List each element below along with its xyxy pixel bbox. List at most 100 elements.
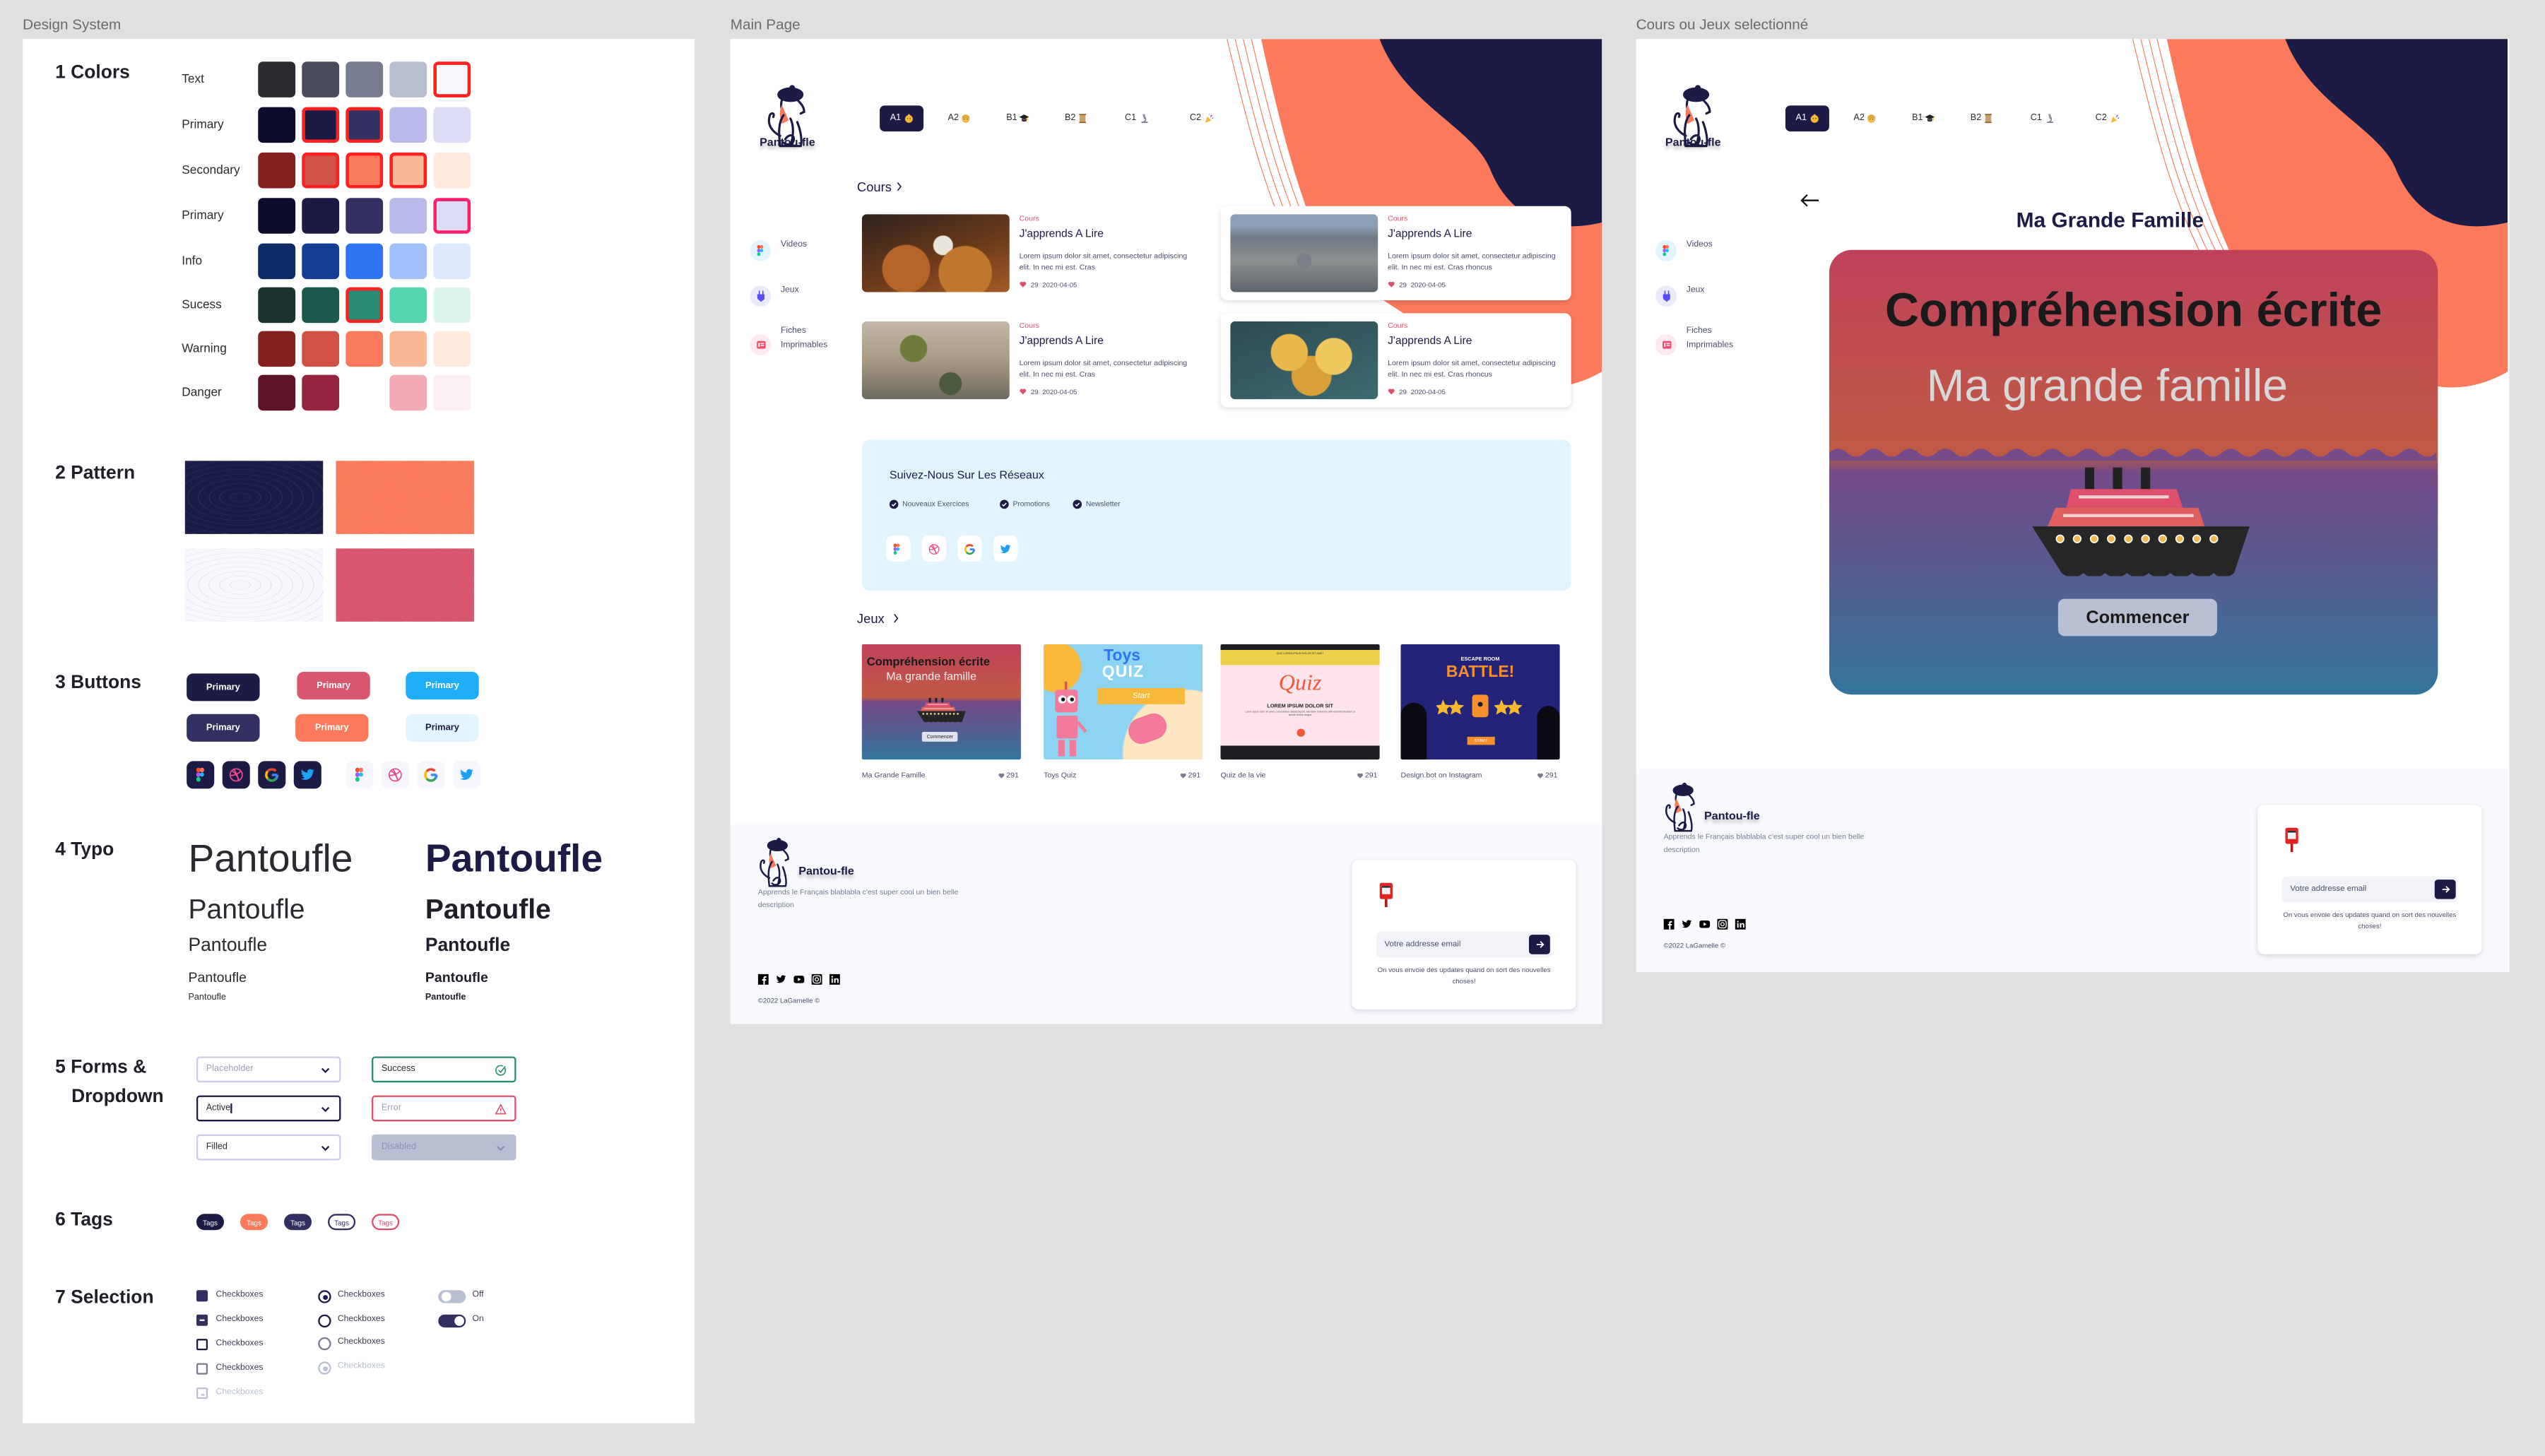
primary-button[interactable]: Primary xyxy=(295,714,369,742)
level-tab-b1[interactable]: B1 xyxy=(1912,105,1956,131)
jeux-section-link[interactable]: Jeux xyxy=(857,612,899,627)
course-card[interactable]: Cours J'apprends A Lire Lorem ipsum dolor … xyxy=(861,321,1195,400)
sidebar-item-jeux[interactable]: Jeux xyxy=(1653,285,1766,308)
dribbble-button[interactable] xyxy=(921,535,947,562)
youtube-icon[interactable] xyxy=(1699,918,1711,930)
frame-label-main-page: Main Page xyxy=(730,16,801,32)
heart-icon xyxy=(1020,389,1027,396)
primary-button[interactable]: Primary xyxy=(187,714,260,742)
section-title-forms-line2: Dropdown xyxy=(71,1087,164,1107)
level-tab-c2[interactable]: C2 xyxy=(1190,105,1234,131)
sidebar-item-videos[interactable]: Videos xyxy=(1653,239,1766,263)
sidebar-item-jeux[interactable]: Jeux xyxy=(747,285,861,308)
active-dropdown[interactable]: Active xyxy=(196,1095,341,1122)
tag[interactable]: Tags xyxy=(240,1214,268,1231)
google-button[interactable] xyxy=(957,535,982,562)
toggle-switch[interactable] xyxy=(438,1314,466,1328)
social-title: Suivez-Nous Sur Les Réseaux xyxy=(889,470,1044,483)
level-tab-a2[interactable]: A2 xyxy=(948,105,992,131)
color-swatch xyxy=(389,198,427,234)
chevron-down-icon xyxy=(320,1142,331,1153)
google-button-light[interactable] xyxy=(417,761,445,789)
game-card[interactable]: Toys QUIZ Start Toys Quiz 291 xyxy=(1044,644,1203,781)
course-card[interactable]: Cours J'apprends A Lire Lorem ipsum dolor … xyxy=(861,214,1195,292)
facebook-icon[interactable] xyxy=(757,973,769,985)
level-tab-a1[interactable]: A1 xyxy=(880,105,924,132)
sidebar-item-videos[interactable]: Videos xyxy=(747,239,861,263)
dribbble-button-light[interactable] xyxy=(381,761,409,789)
color-swatch xyxy=(389,287,427,324)
sidebar-item-fiches[interactable]: Fiches Imprimables xyxy=(747,326,861,357)
success-dropdown[interactable]: Success xyxy=(372,1056,516,1083)
radio-button[interactable] xyxy=(318,1337,331,1351)
filled-dropdown[interactable]: Filled xyxy=(196,1134,341,1161)
toggle-switch[interactable] xyxy=(438,1290,466,1303)
level-tab-a1[interactable]: A1 xyxy=(1785,105,1829,132)
placeholder-dropdown[interactable]: Placeholder xyxy=(196,1056,341,1083)
like-count: 291 xyxy=(1188,771,1201,779)
facebook-icon[interactable] xyxy=(1663,918,1675,930)
primary-button[interactable]: Primary xyxy=(406,672,479,700)
linkedin-icon[interactable] xyxy=(1735,918,1746,930)
checkbox[interactable] xyxy=(196,1387,208,1399)
cours-section-link[interactable]: Cours xyxy=(857,180,903,195)
figma-icon xyxy=(352,767,367,783)
figma-button[interactable] xyxy=(886,535,911,562)
primary-button[interactable]: Primary xyxy=(187,673,260,702)
game-likes: 291 xyxy=(1537,771,1558,779)
level-tab-b2[interactable]: B2 xyxy=(1065,105,1109,131)
dribbble-button-dark[interactable] xyxy=(222,761,250,789)
youtube-icon[interactable] xyxy=(793,973,805,985)
game-card[interactable]: QUIZ LOREM IPSUM DOLOR SIT AMET Quiz LOREM… xyxy=(1220,644,1380,781)
baby-emoji-icon xyxy=(904,114,914,124)
game-card[interactable]: Compréhension écrite Ma grande famille Com… xyxy=(861,644,1021,781)
radio-button[interactable] xyxy=(318,1314,331,1327)
radio-button[interactable] xyxy=(318,1290,331,1303)
checkbox[interactable] xyxy=(196,1290,208,1309)
email-submit-button[interactable] xyxy=(1528,935,1550,954)
level-tab-c1[interactable]: C1 xyxy=(2031,105,2074,131)
email-input[interactable]: Votre addresse email xyxy=(1376,931,1552,958)
game-card[interactable]: ESCAPE ROOM BATTLE! START Design.bot on Ins… xyxy=(1400,644,1560,781)
tag[interactable]: Tags xyxy=(196,1214,225,1231)
figma-button-light[interactable] xyxy=(346,761,374,789)
course-card[interactable]: Cours J'apprends A Lire Lorem ipsum dolor … xyxy=(1230,214,1563,292)
footer: Pantou-fle Apprends le Français blablabla… xyxy=(1636,769,2508,973)
color-swatch xyxy=(389,61,427,97)
email-submit-button[interactable] xyxy=(2434,880,2456,899)
twitter-icon[interactable] xyxy=(776,973,786,985)
level-tab-a2[interactable]: A2 xyxy=(1853,105,1897,131)
checkbox[interactable] xyxy=(196,1314,208,1326)
error-dropdown[interactable]: Error xyxy=(372,1095,516,1122)
sidebar-item-fiches[interactable]: Fiches Imprimables xyxy=(1653,326,1766,357)
course-card[interactable]: Cours J'apprends A Lire Lorem ipsum dolor … xyxy=(1230,321,1563,400)
twitter-button-dark[interactable] xyxy=(293,761,321,789)
back-arrow-icon[interactable] xyxy=(1800,187,1820,207)
google-button-dark[interactable] xyxy=(258,761,286,789)
level-tab-c1[interactable]: C1 xyxy=(1125,105,1169,131)
field-value: Filled xyxy=(206,1142,228,1153)
level-tab-b2[interactable]: B2 xyxy=(1971,105,2014,131)
start-button[interactable]: Commencer xyxy=(2057,598,2217,637)
document-icon xyxy=(755,339,765,350)
twitter-icon[interactable] xyxy=(1682,918,1692,930)
twitter-button[interactable] xyxy=(993,535,1018,562)
color-swatch xyxy=(346,287,384,324)
figma-button-dark[interactable] xyxy=(187,761,215,789)
checkbox[interactable] xyxy=(196,1363,208,1375)
instagram-icon[interactable] xyxy=(811,973,822,985)
primary-button[interactable]: Primary xyxy=(297,672,370,700)
twitter-button-light[interactable] xyxy=(452,761,480,789)
tag[interactable]: Tags xyxy=(372,1214,400,1231)
tag[interactable]: Tags xyxy=(328,1214,356,1231)
level-tab-b1[interactable]: B1 xyxy=(1006,105,1050,131)
radio-button[interactable] xyxy=(318,1361,331,1375)
email-input[interactable]: Votre addresse email xyxy=(2281,876,2457,903)
level-tab-c2[interactable]: C2 xyxy=(2096,105,2139,131)
checkbox[interactable] xyxy=(196,1339,208,1351)
tag[interactable]: Tags xyxy=(284,1214,312,1231)
linkedin-icon[interactable] xyxy=(829,973,840,985)
instagram-icon[interactable] xyxy=(1717,918,1728,930)
silhouette-left xyxy=(1400,702,1427,760)
primary-button[interactable]: Primary xyxy=(406,714,479,742)
